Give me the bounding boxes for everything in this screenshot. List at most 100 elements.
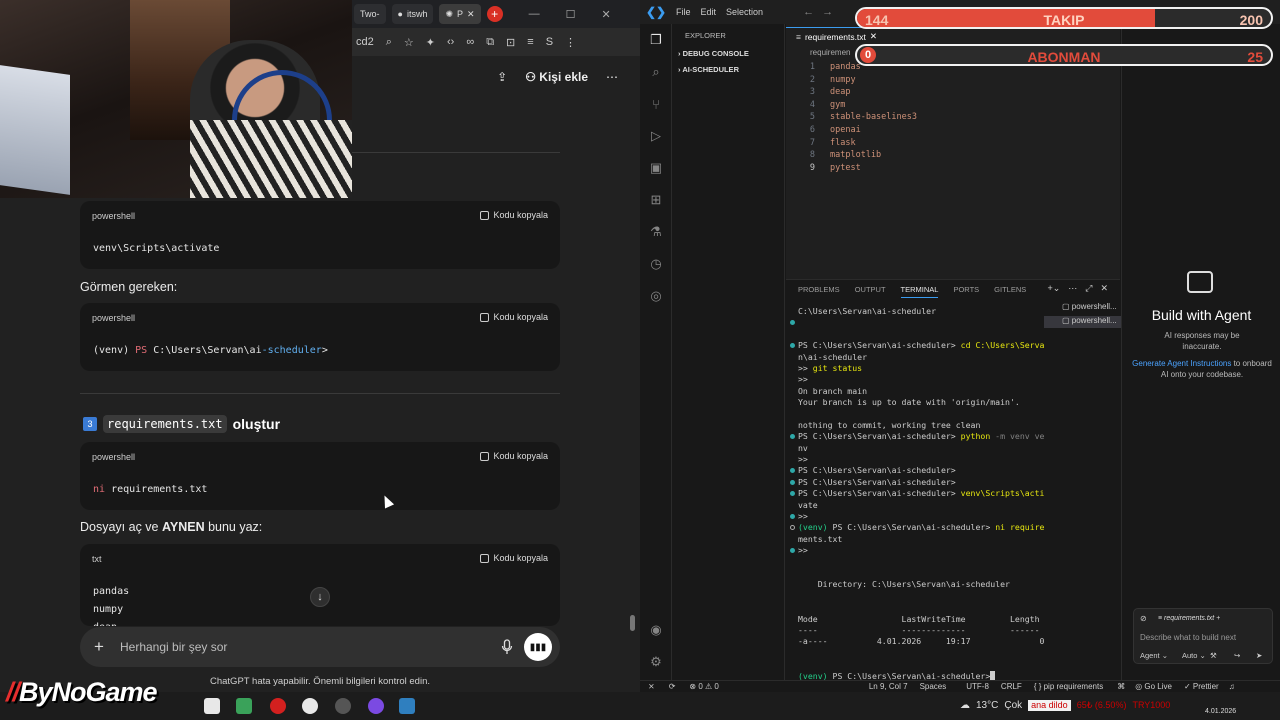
- new-tab-button[interactable]: +: [486, 6, 503, 22]
- terminal-output[interactable]: C:\Users\Servan\ai-scheduler PS C:\Users…: [790, 306, 1044, 682]
- nav-back-icon[interactable]: ←: [803, 6, 814, 18]
- menu-kebab-icon[interactable]: ⋮: [565, 36, 576, 49]
- delegate-icon[interactable]: ↪: [1234, 651, 1240, 660]
- sidebar-section-debug-console[interactable]: › DEBUG CONSOLE: [678, 49, 749, 58]
- zoom-icon[interactable]: ⌕: [386, 36, 392, 49]
- remote-icon[interactable]: ⨯: [648, 682, 655, 691]
- profile-icon[interactable]: S: [546, 36, 553, 48]
- attach-context-icon[interactable]: ⊘: [1140, 614, 1147, 623]
- menu-file[interactable]: File: [676, 7, 691, 17]
- translate-icon[interactable]: ⧉: [486, 36, 494, 49]
- tools-icon[interactable]: ⚒: [1210, 651, 1217, 660]
- maximize-icon[interactable]: ☐: [566, 8, 576, 21]
- extensions-icon[interactable]: ⊞: [648, 192, 664, 208]
- copy-code-button[interactable]: Kodu kopyala: [480, 210, 548, 220]
- puzzle-icon[interactable]: ⊡: [506, 36, 515, 49]
- obs-icon[interactable]: [335, 698, 351, 714]
- scroll-to-bottom-button[interactable]: ↓: [310, 587, 330, 607]
- model-dropdown[interactable]: Auto ⌄: [1182, 651, 1206, 660]
- indentation[interactable]: Spaces: [920, 682, 947, 691]
- voice-mode-button[interactable]: ▮▮▮: [524, 633, 552, 661]
- microphone-icon[interactable]: [501, 639, 513, 655]
- menu-edit[interactable]: Edit: [701, 7, 717, 17]
- tab-groups-icon[interactable]: ≡: [527, 36, 533, 48]
- go-live-button[interactable]: ◎ Go Live: [1135, 682, 1172, 691]
- address-bar-fragment[interactable]: cd2: [356, 36, 374, 48]
- problems-indicator[interactable]: ⊗ 0 ⚠ 0: [689, 682, 718, 691]
- minimize-icon[interactable]: —: [529, 8, 540, 20]
- tab-gitlens[interactable]: GITLENS: [994, 285, 1026, 298]
- settings-gear-icon[interactable]: ⚙: [648, 654, 664, 670]
- weather-icon[interactable]: ☁: [960, 700, 970, 711]
- terminal-list-item[interactable]: ▢ powershell...: [1044, 302, 1124, 314]
- browser-tab-active[interactable]: ✺ P ✕: [439, 4, 481, 24]
- maximize-panel-icon[interactable]: ⤢: [1085, 283, 1092, 294]
- close-panel-icon[interactable]: ✕: [1100, 283, 1108, 294]
- accounts-icon[interactable]: ◉: [648, 622, 664, 638]
- language-mode[interactable]: { } pip requirements: [1034, 682, 1103, 691]
- more-options-icon[interactable]: ⋯: [606, 70, 618, 84]
- browser-tab[interactable]: Two-: [354, 4, 386, 24]
- chrome-icon[interactable]: [204, 698, 220, 714]
- code-block-language: powershell: [92, 313, 136, 323]
- extension-icon[interactable]: ✦: [426, 36, 435, 49]
- close-tab-icon[interactable]: ✕: [870, 31, 877, 42]
- app-icon[interactable]: [368, 698, 384, 714]
- gitlens-icon[interactable]: ◷: [648, 256, 664, 272]
- new-terminal-icon[interactable]: +⌄: [1047, 283, 1060, 294]
- line-endings[interactable]: CRLF: [1001, 682, 1022, 691]
- search-icon[interactable]: ⌕: [648, 64, 664, 80]
- add-person-button[interactable]: ⚇ Kişi ekle: [525, 70, 588, 84]
- explorer-icon[interactable]: ❐: [648, 32, 664, 48]
- prettier-button[interactable]: ✓ Prettier: [1184, 682, 1219, 691]
- close-window-icon[interactable]: ✕: [601, 8, 610, 21]
- weather-desc[interactable]: Çok: [1004, 700, 1022, 711]
- browser-tab[interactable]: ● itswh: [391, 4, 434, 24]
- add-context-icon[interactable]: +: [1214, 615, 1220, 622]
- run-debug-icon[interactable]: ▷: [648, 128, 664, 144]
- cursor-position[interactable]: Ln 9, Col 7: [869, 682, 908, 691]
- testing-icon[interactable]: ⚗: [648, 224, 664, 240]
- code-icon[interactable]: ‹›: [447, 36, 454, 48]
- generate-instructions-link[interactable]: Generate Agent Instructions: [1132, 359, 1231, 368]
- tab-ports[interactable]: PORTS: [953, 285, 979, 298]
- nav-forward-icon[interactable]: →: [822, 6, 833, 18]
- vscode-taskbar-icon[interactable]: [399, 698, 415, 714]
- send-icon[interactable]: ➤: [1256, 651, 1262, 660]
- sync-icon[interactable]: ⟳: [669, 682, 676, 691]
- share-icon[interactable]: ⇪: [497, 70, 507, 84]
- github-actions-icon[interactable]: ◎: [648, 288, 664, 304]
- agent-mode-dropdown[interactable]: Agent ⌄: [1140, 651, 1168, 660]
- tab-terminal[interactable]: TERMINAL: [900, 285, 939, 298]
- add-attachment-icon[interactable]: +: [94, 637, 104, 657]
- bookmark-star-icon[interactable]: ☆: [404, 36, 414, 49]
- code-editor[interactable]: pandas numpy deap gym stable-baselines3 …: [830, 62, 917, 175]
- source-control-icon[interactable]: ⑂: [648, 96, 664, 112]
- breadcrumb[interactable]: requiremen: [810, 48, 850, 57]
- copy-code-button[interactable]: Kodu kopyala: [480, 451, 548, 461]
- copilot-icon[interactable]: ⌘: [1117, 682, 1125, 691]
- copy-code-button[interactable]: Kodu kopyala: [480, 312, 548, 322]
- text-run: PS C:\Users\Servan\ai-scheduler>: [798, 340, 961, 351]
- tab-problems[interactable]: PROBLEMS: [798, 285, 840, 298]
- weather-temp[interactable]: 13°C: [976, 700, 998, 711]
- link-icon[interactable]: ∞: [466, 36, 474, 48]
- editor-tab[interactable]: ≡ requirements.txt ✕: [786, 27, 888, 45]
- terminal-list-item-active[interactable]: ▢ powershell...: [1044, 316, 1124, 328]
- opera-icon[interactable]: [270, 698, 286, 714]
- chrome-profile-icon[interactable]: [302, 698, 318, 714]
- remote-explorer-icon[interactable]: ▣: [648, 160, 664, 176]
- context-chip[interactable]: ≡ requirements.txt +: [1158, 615, 1220, 622]
- store-icon[interactable]: [236, 698, 252, 714]
- sidebar-section-ai-scheduler[interactable]: › AI-SCHEDULER: [678, 65, 739, 74]
- menu-selection[interactable]: Selection: [726, 7, 763, 17]
- chat-input[interactable]: [120, 637, 480, 657]
- scrollbar-thumb[interactable]: [630, 615, 635, 631]
- agent-input-placeholder[interactable]: Describe what to build next: [1140, 633, 1236, 642]
- notifications-bell-icon[interactable]: ♫: [1229, 682, 1235, 691]
- more-actions-icon[interactable]: ⋯: [1068, 283, 1077, 294]
- copy-code-button[interactable]: Kodu kopyala: [480, 553, 548, 563]
- encoding[interactable]: UTF-8: [966, 682, 989, 691]
- tab-output[interactable]: OUTPUT: [855, 285, 886, 298]
- close-tab-icon[interactable]: ✕: [467, 9, 475, 20]
